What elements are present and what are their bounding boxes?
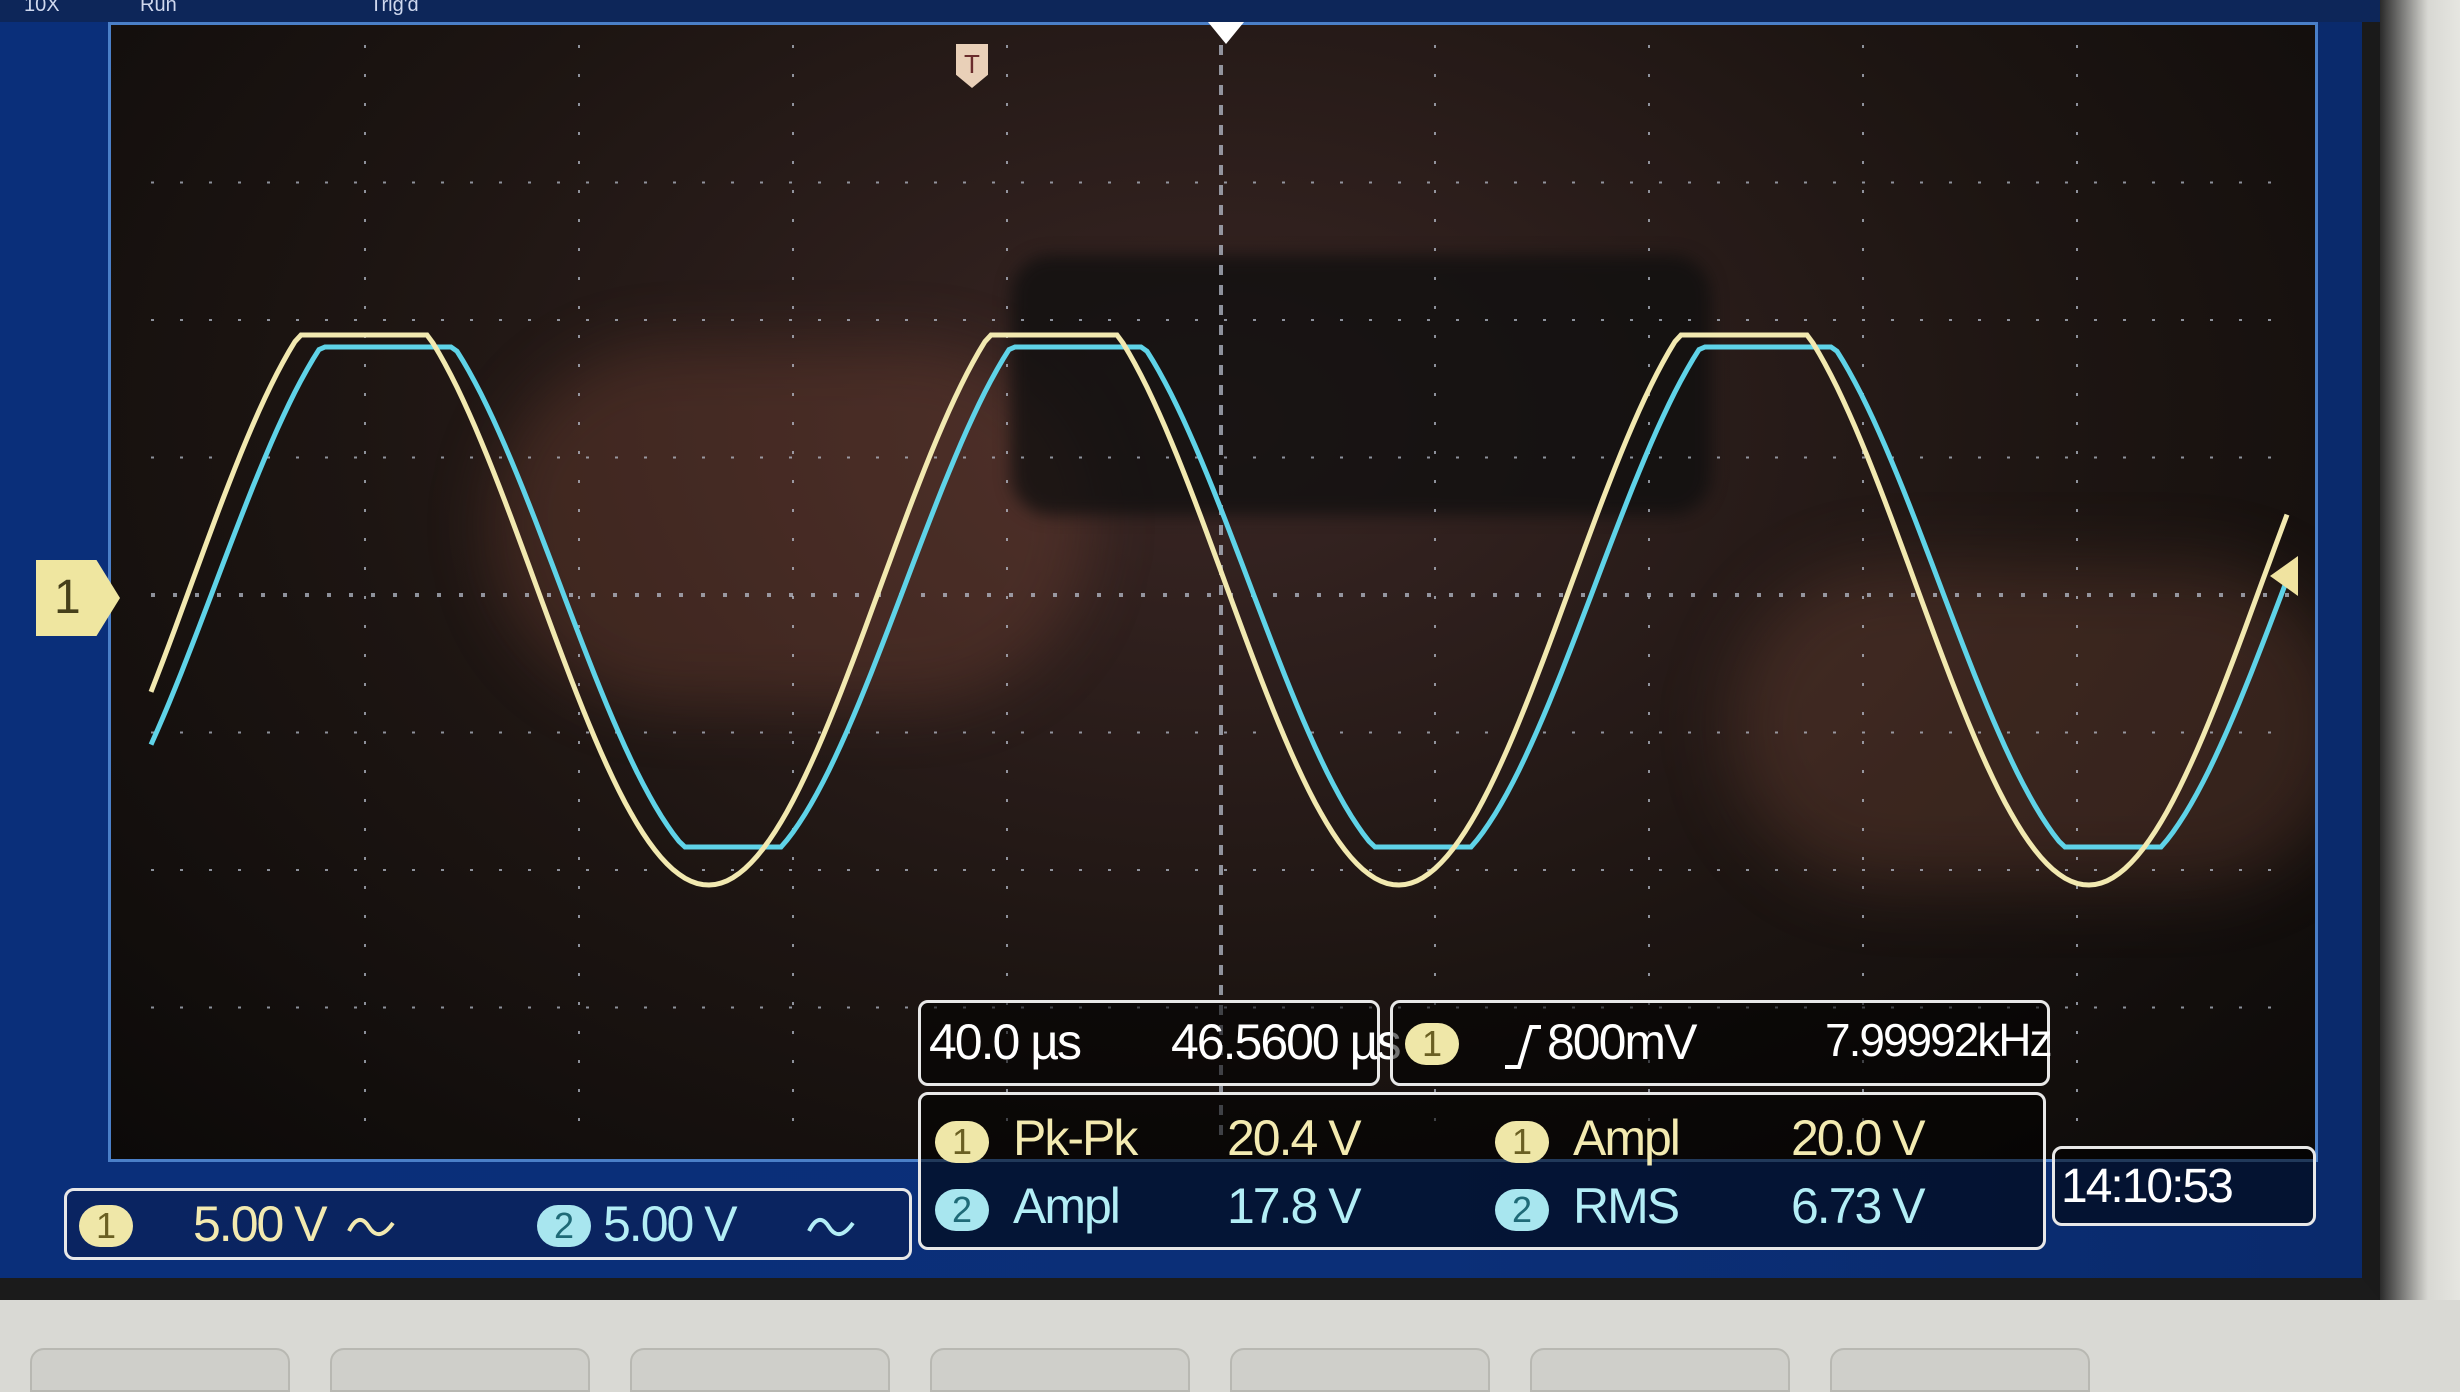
probe-attenuation: 10X (24, 0, 60, 16)
channel-1-marker-label: 1 (54, 571, 81, 624)
softkey-3[interactable] (630, 1348, 890, 1392)
softkey-1[interactable] (30, 1348, 290, 1392)
measurement-value: 20.0 V (1791, 1110, 1926, 1166)
trigger-level-marker[interactable] (2270, 556, 2298, 596)
timebase-delay: 46.5600 µs (1171, 1014, 1401, 1070)
clock-time: 14:10:53 (2061, 1160, 2234, 1213)
channel-2-volts-per-div: 5.00 V (603, 1196, 738, 1252)
clock-box: 14:10:53 (2052, 1146, 2316, 1226)
softkey-5[interactable] (1230, 1348, 1490, 1392)
measurement-channel-badge: 1 (935, 1121, 989, 1163)
channel-scale-bar: 1 5.00 V 2 5.00 V (64, 1188, 912, 1260)
trigger-level: 800mV (1547, 1014, 1697, 1070)
measurement-name: RMS (1573, 1178, 1680, 1234)
ac-coupling-icon (807, 1218, 855, 1236)
trigger-source-badge: 1 (1405, 1023, 1459, 1065)
softkey-7[interactable] (1830, 1348, 2090, 1392)
measurement-channel-badge: 2 (1495, 1189, 1549, 1231)
softkey-6[interactable] (1530, 1348, 1790, 1392)
channel-2-badge: 2 (537, 1205, 591, 1247)
measurement-channel-badge: 2 (935, 1189, 989, 1231)
trigger-state: Trig'd (370, 0, 419, 16)
timebase-scale: 40.0 µs (929, 1014, 1082, 1070)
top-status-bar: 10X Run Trig'd (0, 0, 2380, 22)
ac-coupling-icon (347, 1218, 395, 1236)
run-state: Run (140, 0, 177, 16)
measurement-value: 6.73 V (1791, 1178, 1926, 1234)
measurement-name: Ampl (1013, 1178, 1121, 1234)
measurement-value: 20.4 V (1227, 1110, 1362, 1166)
waveform-display (108, 22, 2318, 1162)
rising-edge-icon (1505, 1025, 1541, 1069)
graticule-grid (151, 45, 2291, 1145)
bezel-edge (2380, 0, 2460, 1300)
softkey-row (0, 1340, 2460, 1392)
softkey-2[interactable] (330, 1348, 590, 1392)
timebase-box[interactable]: 40.0 µs 46.5600 µs (918, 1000, 1401, 1086)
trigger-frequency: 7.99992kHz (1825, 1014, 2052, 1066)
trigger-marker-label: T (964, 49, 980, 79)
measurement-name: Pk-Pk (1013, 1110, 1138, 1166)
channel-1-badge: 1 (79, 1205, 133, 1247)
measurement-value: 17.8 V (1227, 1178, 1362, 1234)
channel-1-volts-per-div: 5.00 V (193, 1196, 328, 1252)
measurement-channel-badge: 1 (1495, 1121, 1549, 1163)
trigger-box[interactable]: 1 800mV 7.99992kHz (1390, 1000, 2052, 1086)
measurements-panel: 1 Pk-Pk 20.4 V 1 Ampl 20.0 V 2 Ampl 17.8… (918, 1092, 2046, 1250)
time-reference-marker[interactable] (1208, 22, 1244, 44)
measurement-name: Ampl (1573, 1110, 1681, 1166)
softkey-4[interactable] (930, 1348, 1190, 1392)
graticule-and-traces (148, 45, 2291, 1145)
